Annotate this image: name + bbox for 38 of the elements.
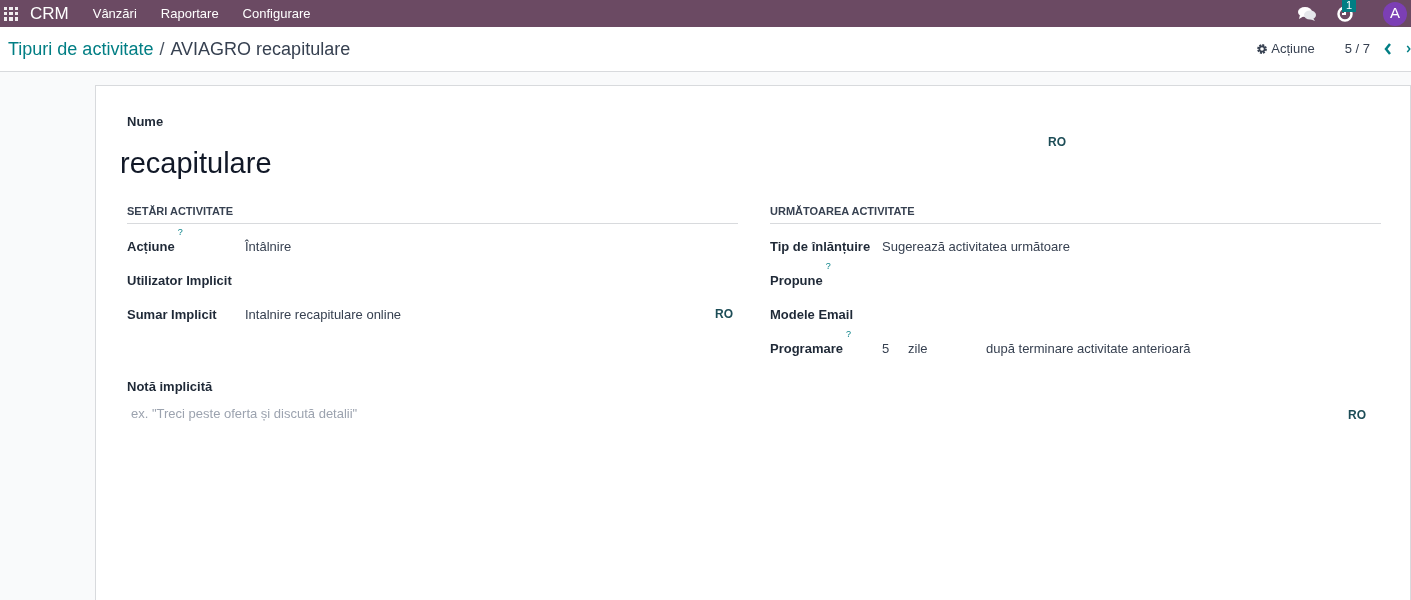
field-value[interactable]: Sugerează activitatea următoare — [882, 236, 1381, 256]
field-label: Notă implicită — [127, 377, 214, 396]
field-label: Tip de înlănțuire — [770, 237, 871, 256]
pager-value: 5 / 7 — [1344, 40, 1370, 59]
group-title: URMĂTOAREA ACTIVITATE — [770, 203, 1381, 224]
previous-icon[interactable] — [1384, 43, 1392, 55]
menu-item[interactable]: Vânzări — [92, 3, 137, 24]
chat-icon[interactable] — [1297, 5, 1317, 22]
field-value[interactable]: Intalnire recapitulare online — [245, 304, 715, 324]
field-label: Modele Email — [770, 305, 854, 324]
breadcrumb-link[interactable]: Tipuri de activitate — [8, 35, 154, 63]
action-button[interactable]: Acțiune — [1256, 39, 1315, 59]
note-field[interactable]: ex. "Treci peste oferta și discută detalii" — [131, 404, 1348, 424]
activity-badge: 1 — [1342, 0, 1357, 12]
next-icon[interactable] — [1406, 43, 1411, 55]
field-label: Programare — [770, 339, 843, 358]
menu-item[interactable]: Raportare — [160, 3, 219, 24]
field-label: Propune — [770, 271, 823, 290]
field-label: Utilizator Implicit — [127, 271, 232, 290]
field-value[interactable]: 5 — [882, 338, 908, 358]
language-button[interactable]: RO — [1048, 133, 1066, 152]
user-avatar[interactable]: A — [1383, 1, 1407, 26]
field-value[interactable]: după terminare activitate anterioară — [986, 338, 1191, 358]
breadcrumb-separator: / — [159, 37, 165, 61]
language-button[interactable]: RO — [1348, 406, 1366, 424]
field-value[interactable]: Întâlnire — [245, 236, 738, 256]
field-value[interactable]: zile — [908, 338, 986, 358]
apps-menu-icon[interactable] — [4, 6, 18, 21]
field-label: Sumar Implicit — [127, 305, 217, 324]
name-field[interactable]: recapitulare — [120, 141, 1048, 185]
group-title: SETĂRI ACTIVITATE — [127, 203, 738, 224]
app-name[interactable]: CRM — [30, 0, 69, 27]
breadcrumb-current: AVIAGRO recapitulare — [170, 37, 351, 61]
gear-icon — [1256, 43, 1269, 55]
field-label: Nume — [127, 113, 165, 131]
field-label: Acțiune — [127, 237, 175, 256]
menu-item[interactable]: Configurare — [242, 3, 311, 24]
language-button[interactable]: RO — [715, 304, 733, 323]
